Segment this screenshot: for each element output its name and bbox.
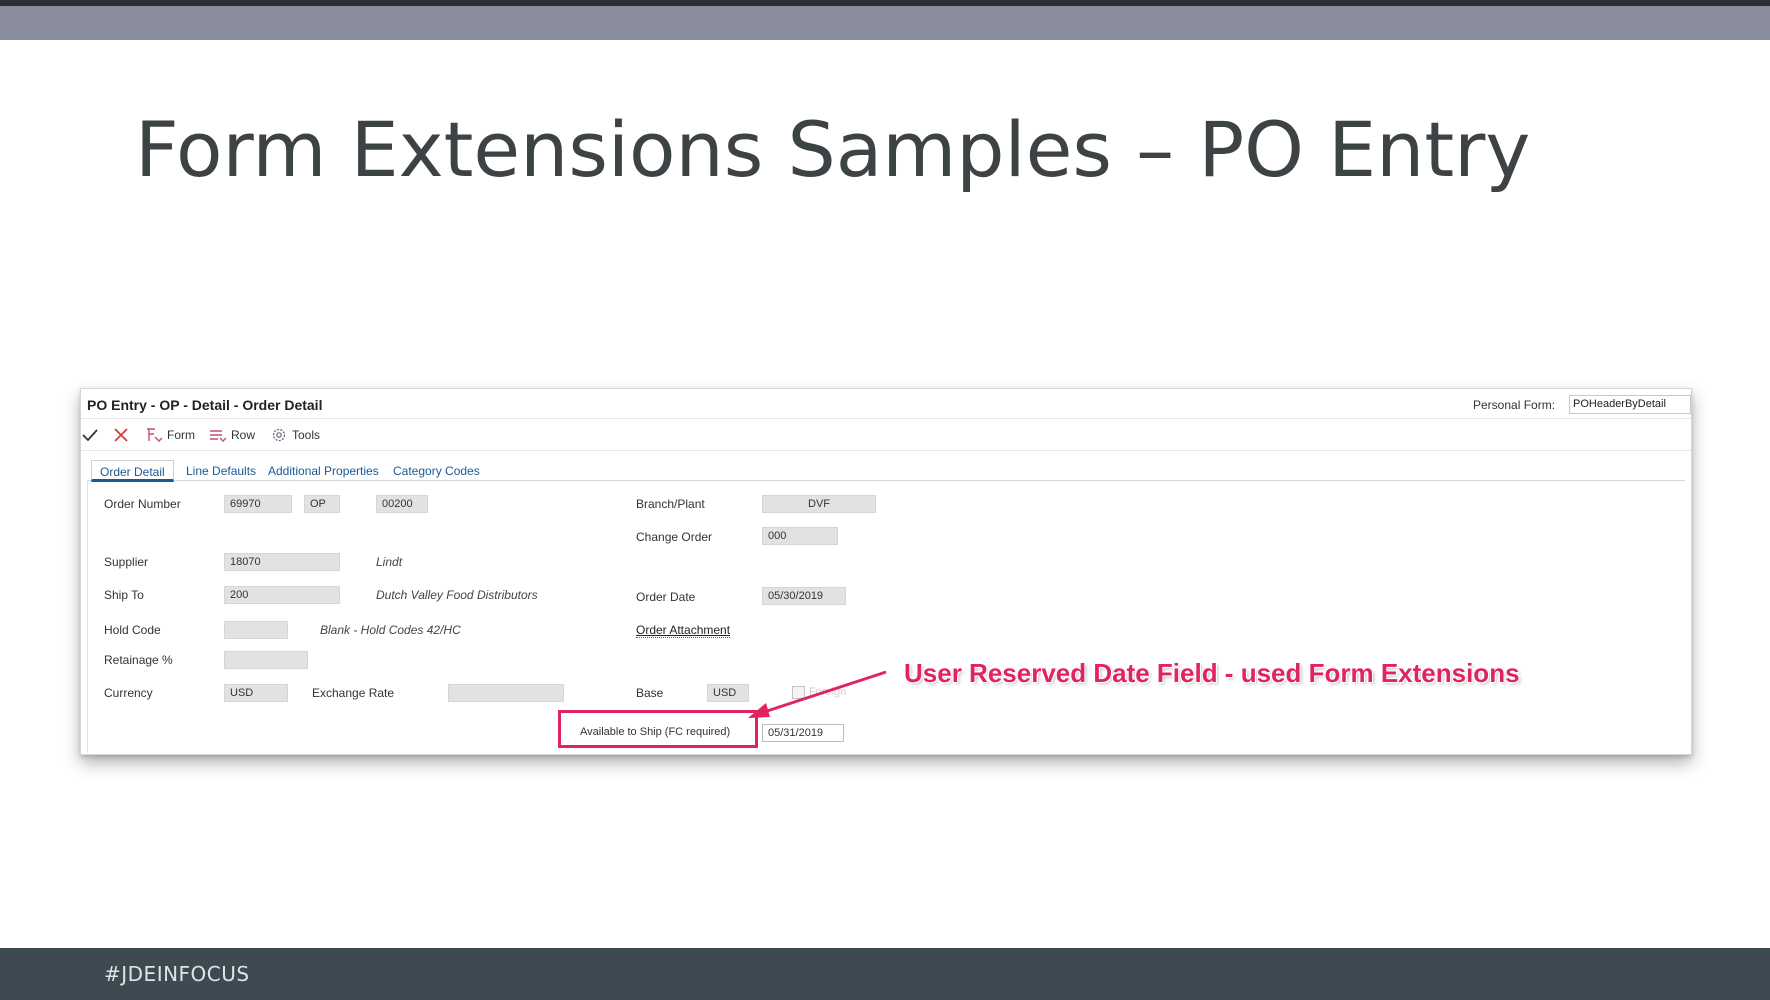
form-header: PO Entry - OP - Detail - Order Detail Pe…	[81, 389, 1691, 419]
callout-arrow	[748, 670, 887, 718]
form-title: PO Entry - OP - Detail - Order Detail	[87, 397, 323, 413]
available-to-ship-date-field[interactable]: 05/31/2019	[762, 724, 844, 742]
ok-button[interactable]	[81, 425, 99, 445]
order-number-field[interactable]: 69970	[224, 495, 292, 513]
slide-title: Form Extensions Samples – PO Entry	[135, 105, 1531, 194]
order-attachment-link[interactable]: Order Attachment	[636, 623, 731, 638]
order-company-field[interactable]: 00200	[376, 495, 428, 513]
tab-line-defaults[interactable]: Line Defaults	[178, 460, 264, 482]
cancel-button[interactable]	[113, 425, 129, 445]
tab-bar: Order Detail Line Defaults Additional Pr…	[87, 457, 1685, 482]
order-date-label: Order Date	[636, 590, 696, 604]
ship-to-field[interactable]: 200	[224, 586, 340, 604]
top-grey-band	[0, 6, 1770, 40]
footer-hashtag: #JDEINFOCUS	[104, 962, 250, 986]
branch-plant-field[interactable]: DVF	[762, 495, 876, 513]
hold-code-label: Hold Code	[104, 623, 161, 637]
row-icon	[209, 427, 227, 443]
supplier-name: Lindt	[376, 555, 403, 569]
annotation-callout: User Reserved Date Field - used Form Ext…	[904, 658, 1520, 688]
form-toolbar: Form Row Tools	[81, 419, 1691, 451]
change-order-field[interactable]: 000	[762, 527, 838, 545]
row-menu-label: Row	[231, 428, 256, 442]
form-menu-button[interactable]: Form	[145, 425, 195, 445]
exchange-rate-label: Exchange Rate	[312, 686, 395, 700]
personal-form-select[interactable]: POHeaderByDetail	[1569, 395, 1691, 414]
supplier-field[interactable]: 18070	[224, 553, 340, 571]
row-menu-button[interactable]: Row	[209, 425, 255, 445]
currency-label: Currency	[104, 686, 153, 700]
gear-icon	[270, 427, 288, 443]
branch-plant-label: Branch/Plant	[636, 497, 705, 511]
hold-code-description: Blank - Hold Codes 42/HC	[320, 623, 461, 637]
highlight-box	[558, 710, 758, 748]
tab-additional-properties[interactable]: Additional Properties	[260, 460, 387, 482]
order-number-label: Order Number	[104, 497, 181, 511]
slide-footer: #JDEINFOCUS	[0, 948, 1770, 1000]
form-menu-label: Form	[167, 428, 195, 442]
order-type-field[interactable]: OP	[304, 495, 340, 513]
retainage-field[interactable]	[224, 651, 308, 669]
ship-to-name: Dutch Valley Food Distributors	[376, 588, 538, 602]
currency-field[interactable]: USD	[224, 684, 288, 702]
tools-menu-button[interactable]: Tools	[270, 425, 320, 445]
hold-code-field[interactable]	[224, 621, 288, 639]
check-icon	[81, 427, 99, 443]
ship-to-label: Ship To	[104, 588, 144, 602]
tab-order-detail[interactable]: Order Detail	[91, 460, 174, 482]
tools-menu-label: Tools	[292, 428, 321, 442]
personal-form-label: Personal Form:	[1473, 398, 1556, 412]
tab-category-codes[interactable]: Category Codes	[385, 460, 488, 482]
base-label: Base	[636, 686, 664, 700]
change-order-label: Change Order	[636, 530, 713, 544]
retainage-label: Retainage %	[104, 653, 173, 667]
order-date-field[interactable]: 05/30/2019	[762, 587, 846, 605]
close-icon	[113, 427, 129, 443]
exchange-rate-field[interactable]	[448, 684, 564, 702]
form-icon	[145, 427, 163, 443]
supplier-label: Supplier	[104, 555, 149, 569]
